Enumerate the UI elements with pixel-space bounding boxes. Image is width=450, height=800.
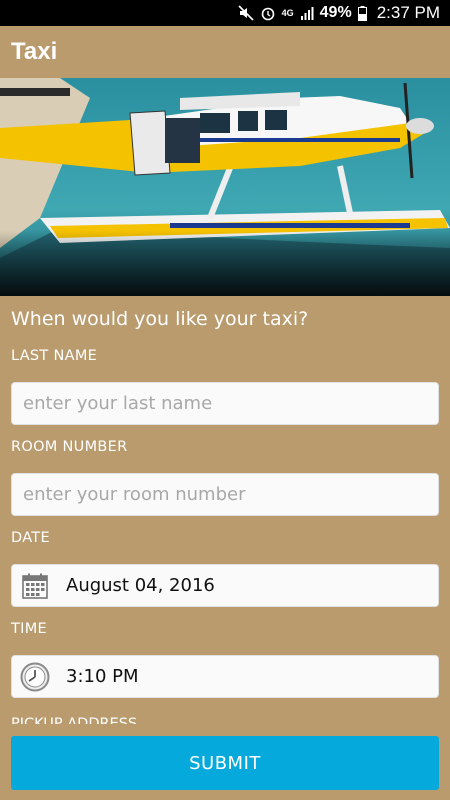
app-bar: Taxi xyxy=(0,26,450,78)
time-label: TIME xyxy=(11,621,48,637)
taxi-form: When would you like your taxi? LAST NAME… xyxy=(0,296,450,726)
network-type: 4G xyxy=(281,8,294,18)
status-time: 2:37 PM xyxy=(376,3,440,22)
form-question: When would you like your taxi? xyxy=(11,308,309,330)
last-name-input[interactable] xyxy=(12,383,438,424)
room-number-field[interactable] xyxy=(11,473,439,516)
pickup-address-label: PICKUP ADDRESS xyxy=(11,716,138,724)
time-picker[interactable]: 3:10 PM xyxy=(11,655,439,698)
battery-percent: 49% xyxy=(319,4,352,21)
clock-icon xyxy=(12,662,58,692)
status-bar: 4G 49% 2:37 PM xyxy=(0,0,450,26)
time-value: 3:10 PM xyxy=(66,666,139,687)
calendar-icon xyxy=(12,573,58,599)
last-name-field[interactable] xyxy=(11,382,439,425)
hero-image xyxy=(0,78,450,296)
date-label: DATE xyxy=(11,530,50,546)
battery-icon xyxy=(357,5,367,21)
alarm-icon xyxy=(260,5,276,21)
date-value: August 04, 2016 xyxy=(66,575,215,596)
page-title: Taxi xyxy=(11,38,58,65)
mute-icon xyxy=(238,5,254,21)
last-name-label: LAST NAME xyxy=(11,348,98,364)
signal-icon xyxy=(300,6,314,20)
submit-button[interactable]: SUBMIT xyxy=(11,736,439,790)
room-number-input[interactable] xyxy=(12,474,438,515)
room-number-label: ROOM NUMBER xyxy=(11,439,128,455)
date-picker[interactable]: August 04, 2016 xyxy=(11,564,439,607)
